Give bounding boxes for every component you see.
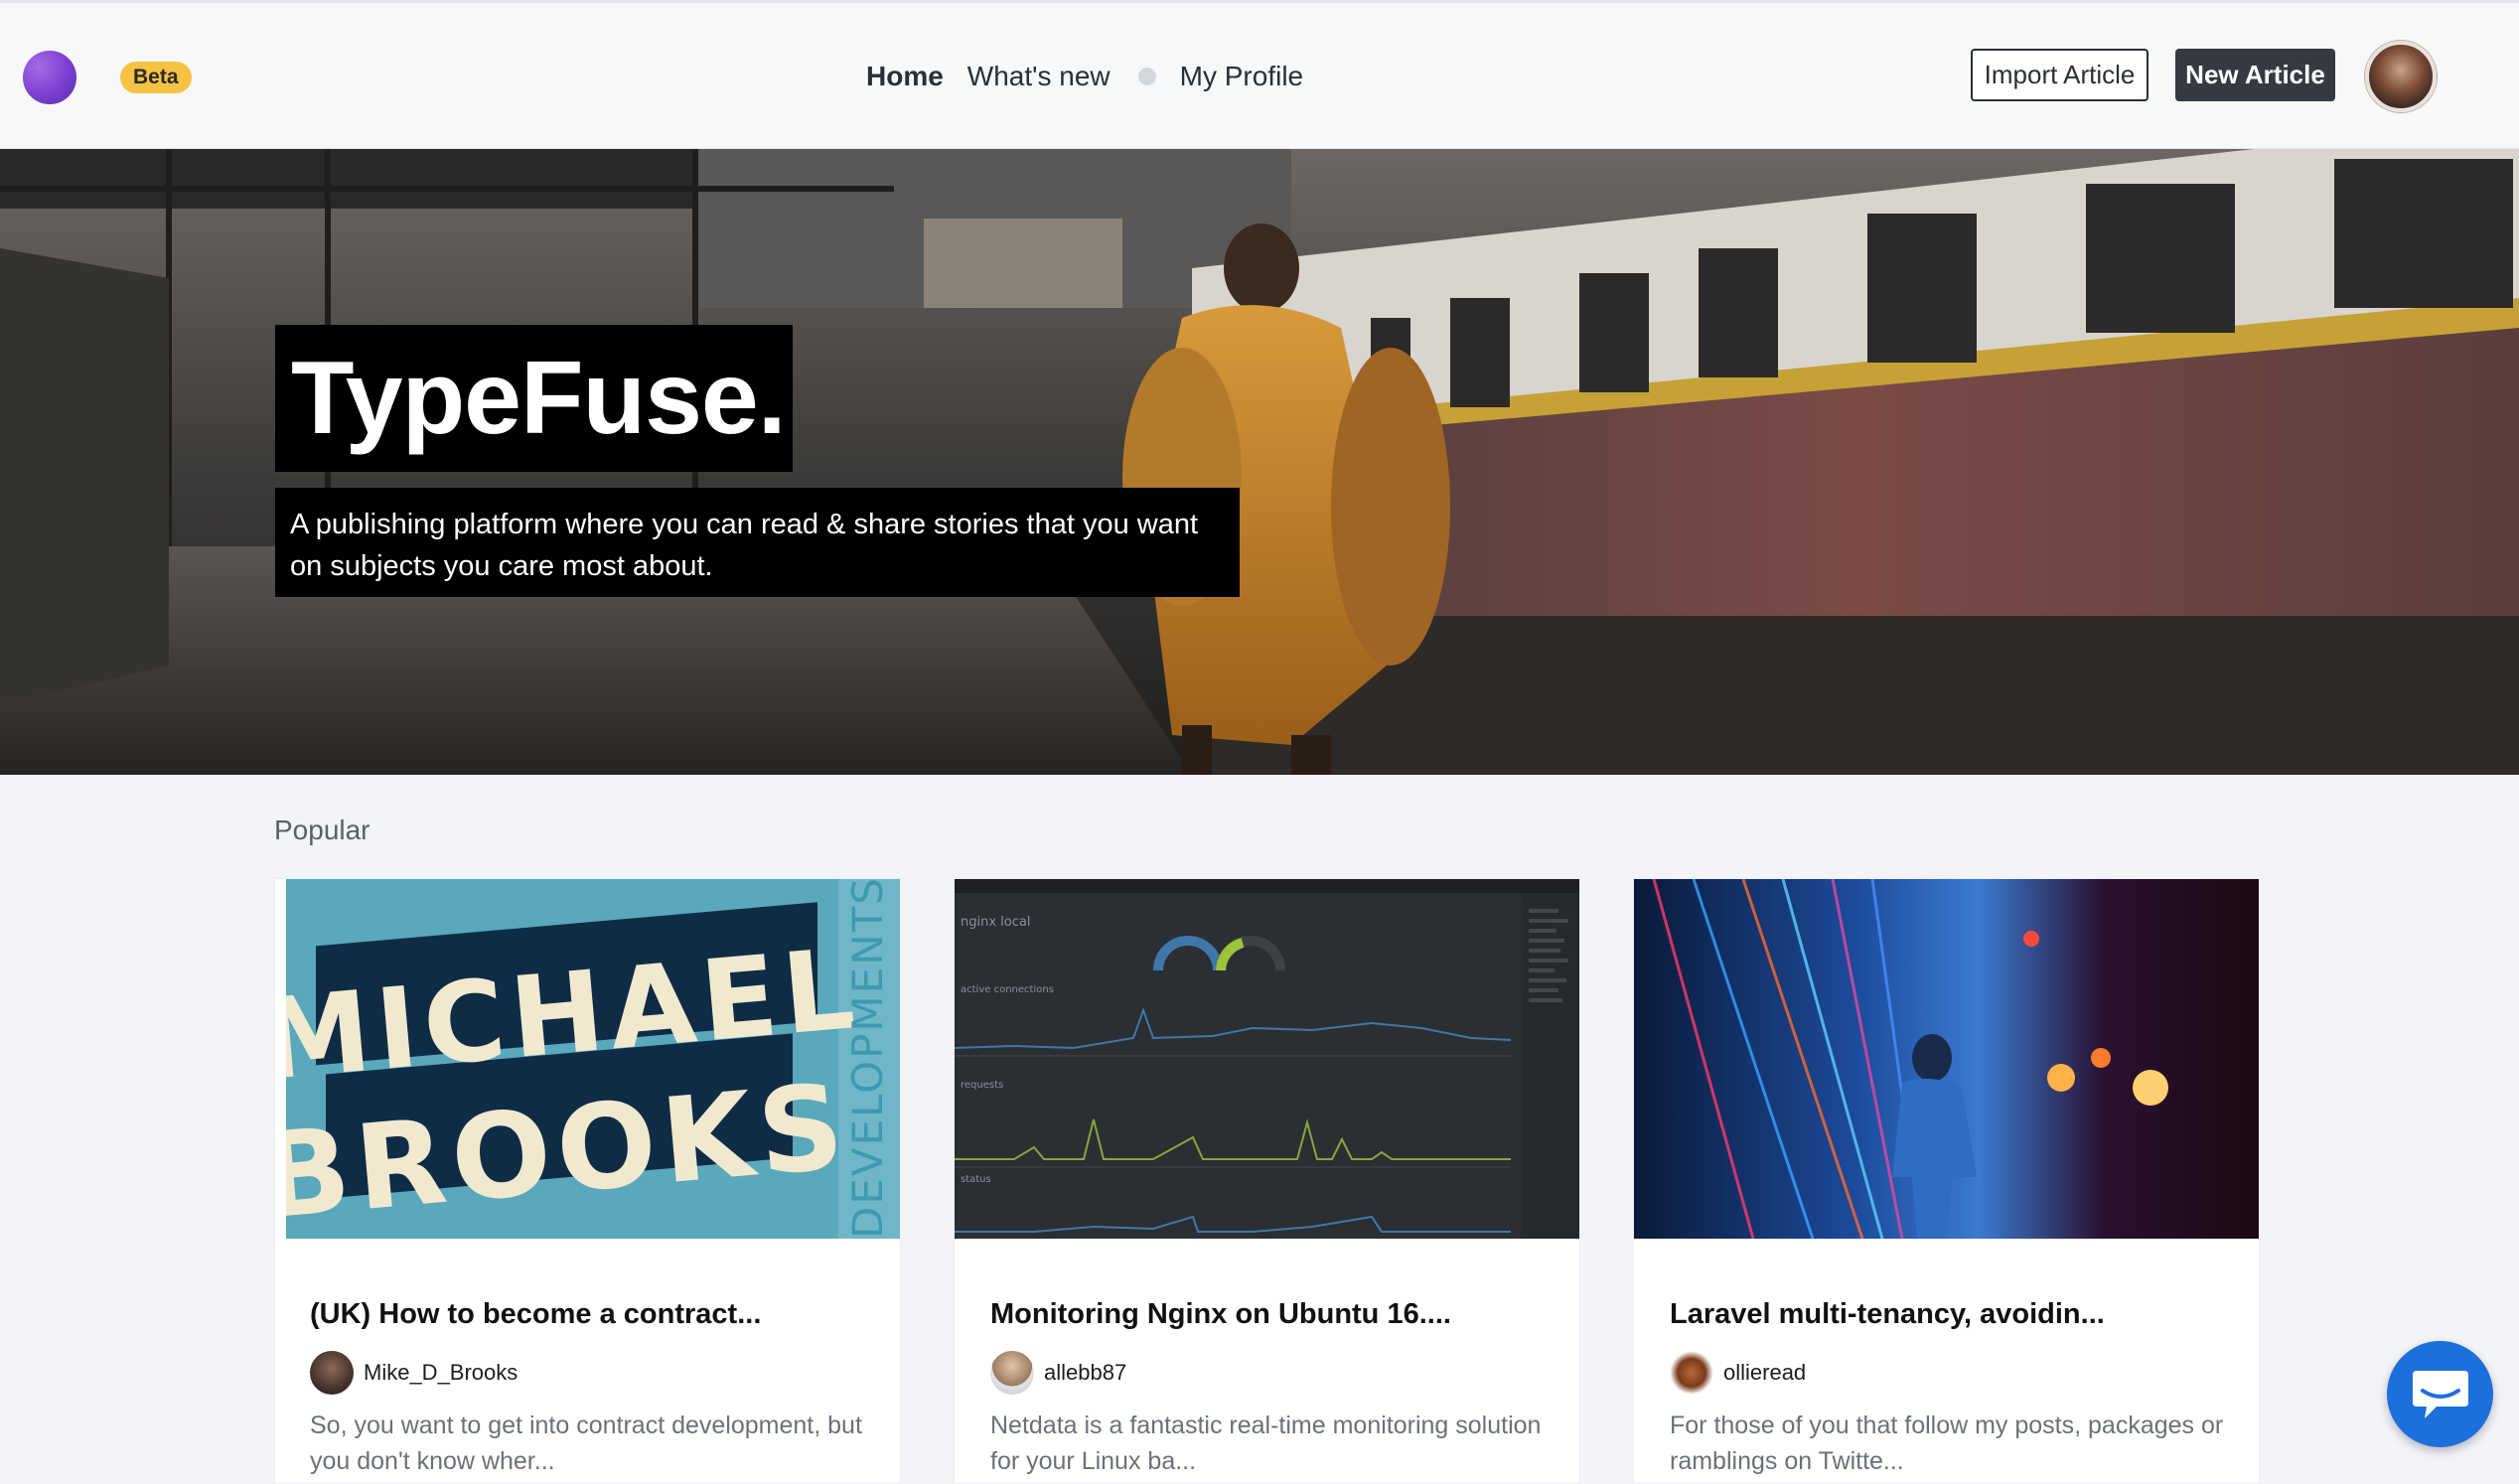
article-author[interactable]: allebb87: [990, 1351, 1126, 1395]
article-title[interactable]: (UK) How to become a contract...: [310, 1298, 761, 1331]
article-card[interactable]: nginx local active connections requests …: [954, 878, 1580, 1484]
card2-image-caption-nginx: nginx local: [961, 915, 1030, 930]
article-card-image[interactable]: [1634, 879, 2259, 1239]
author-avatar: [990, 1351, 1034, 1395]
card2-image-caption-active: active connections: [961, 984, 1054, 995]
card1-image-text-developments: DEVELOPMENTS: [843, 879, 892, 1239]
user-avatar[interactable]: [2365, 41, 2437, 112]
popular-heading: Popular: [274, 815, 370, 845]
hero-banner: TypeFuse. A publishing platform where yo…: [0, 149, 2519, 775]
article-card-image[interactable]: MICHAEL BROOKS DEVELOPMENTS: [286, 879, 900, 1239]
article-card[interactable]: Laravel multi-tenancy, avoidin... ollier…: [1633, 878, 2260, 1484]
nav-whats-new[interactable]: What's new: [967, 61, 1111, 92]
nav-notification-dot: [1137, 68, 1156, 85]
chat-icon: [2413, 1371, 2468, 1418]
chat-button[interactable]: [2387, 1341, 2493, 1447]
site-header: Beta Home What's new My Profile Import A…: [0, 3, 2519, 149]
author-avatar: [1670, 1351, 1713, 1395]
import-article-button[interactable]: Import Article: [1971, 49, 2149, 101]
logo-icon[interactable]: [23, 51, 76, 104]
nav-my-profile[interactable]: My Profile: [1180, 61, 1303, 92]
article-card[interactable]: MICHAEL BROOKS DEVELOPMENTS (UK) How to …: [274, 878, 901, 1484]
main-nav: Home What's new My Profile: [866, 55, 1327, 98]
author-name[interactable]: Mike_D_Brooks: [364, 1360, 518, 1386]
hero-title: TypeFuse.: [275, 325, 793, 472]
hero-subtitle: A publishing platform where you can read…: [275, 488, 1240, 597]
article-excerpt: So, you want to get into contract develo…: [310, 1411, 862, 1475]
article-excerpt: Netdata is a fantastic real-time monitor…: [990, 1411, 1542, 1475]
author-avatar: [310, 1351, 354, 1395]
article-author[interactable]: Mike_D_Brooks: [310, 1351, 518, 1395]
author-name[interactable]: ollieread: [1723, 1360, 1806, 1386]
nav-home[interactable]: Home: [866, 61, 944, 92]
article-author[interactable]: ollieread: [1670, 1351, 1806, 1395]
card2-image-caption-status: status: [961, 1174, 991, 1185]
article-title[interactable]: Laravel multi-tenancy, avoidin...: [1670, 1298, 2105, 1331]
article-excerpt: For those of you that follow my posts, p…: [1670, 1411, 2224, 1475]
new-article-button[interactable]: New Article: [2175, 49, 2335, 101]
beta-badge: Beta: [120, 62, 192, 93]
article-card-image[interactable]: nginx local active connections requests …: [955, 879, 1579, 1239]
card2-image-caption-requests: requests: [961, 1080, 1003, 1091]
article-title[interactable]: Monitoring Nginx on Ubuntu 16....: [990, 1298, 1451, 1331]
author-name[interactable]: allebb87: [1044, 1360, 1126, 1386]
